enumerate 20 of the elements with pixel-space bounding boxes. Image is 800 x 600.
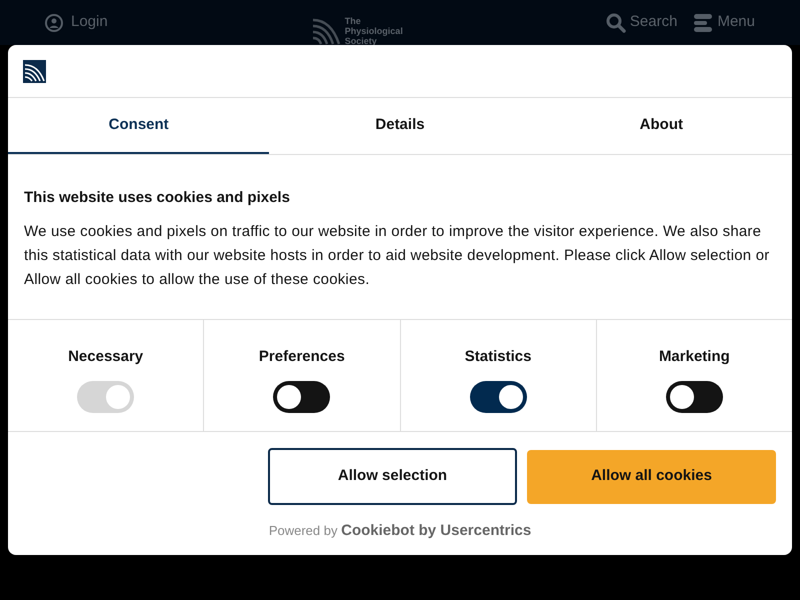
logo-icon bbox=[23, 60, 46, 84]
category-label: Marketing bbox=[658, 347, 730, 367]
toggle-switch[interactable] bbox=[470, 380, 527, 412]
tab[interactable]: Details bbox=[269, 98, 531, 154]
menu-icon bbox=[693, 12, 714, 32]
category-label: Statistics bbox=[464, 347, 532, 367]
toggle-switch[interactable] bbox=[273, 380, 330, 412]
allow-selection-button[interactable]: Allow selection bbox=[268, 448, 517, 505]
user-icon bbox=[45, 14, 63, 32]
search-icon bbox=[606, 12, 626, 32]
tab[interactable]: Consent bbox=[8, 98, 270, 154]
toggle-switch[interactable] bbox=[666, 380, 723, 412]
brand-link[interactable]: Cookiebot by Usercentrics bbox=[341, 522, 532, 539]
dialog-text: We use cookies and pixels on traffic to our website in order to improve the visitor experience. We also share this statistical data with our website hosts in order to aid website development. Please click Allow selection or Allow all cookies to allow the use of these cookies. bbox=[24, 222, 770, 290]
category-label: Preferences bbox=[258, 347, 345, 367]
tab[interactable]: About bbox=[530, 98, 792, 154]
category-label: Necessary bbox=[68, 347, 144, 367]
dialog-heading: This website uses cookies and pixels bbox=[24, 188, 291, 208]
powered-by-text: Powered by bbox=[268, 523, 338, 538]
allow-all-button[interactable]: Allow all cookies bbox=[527, 450, 776, 504]
